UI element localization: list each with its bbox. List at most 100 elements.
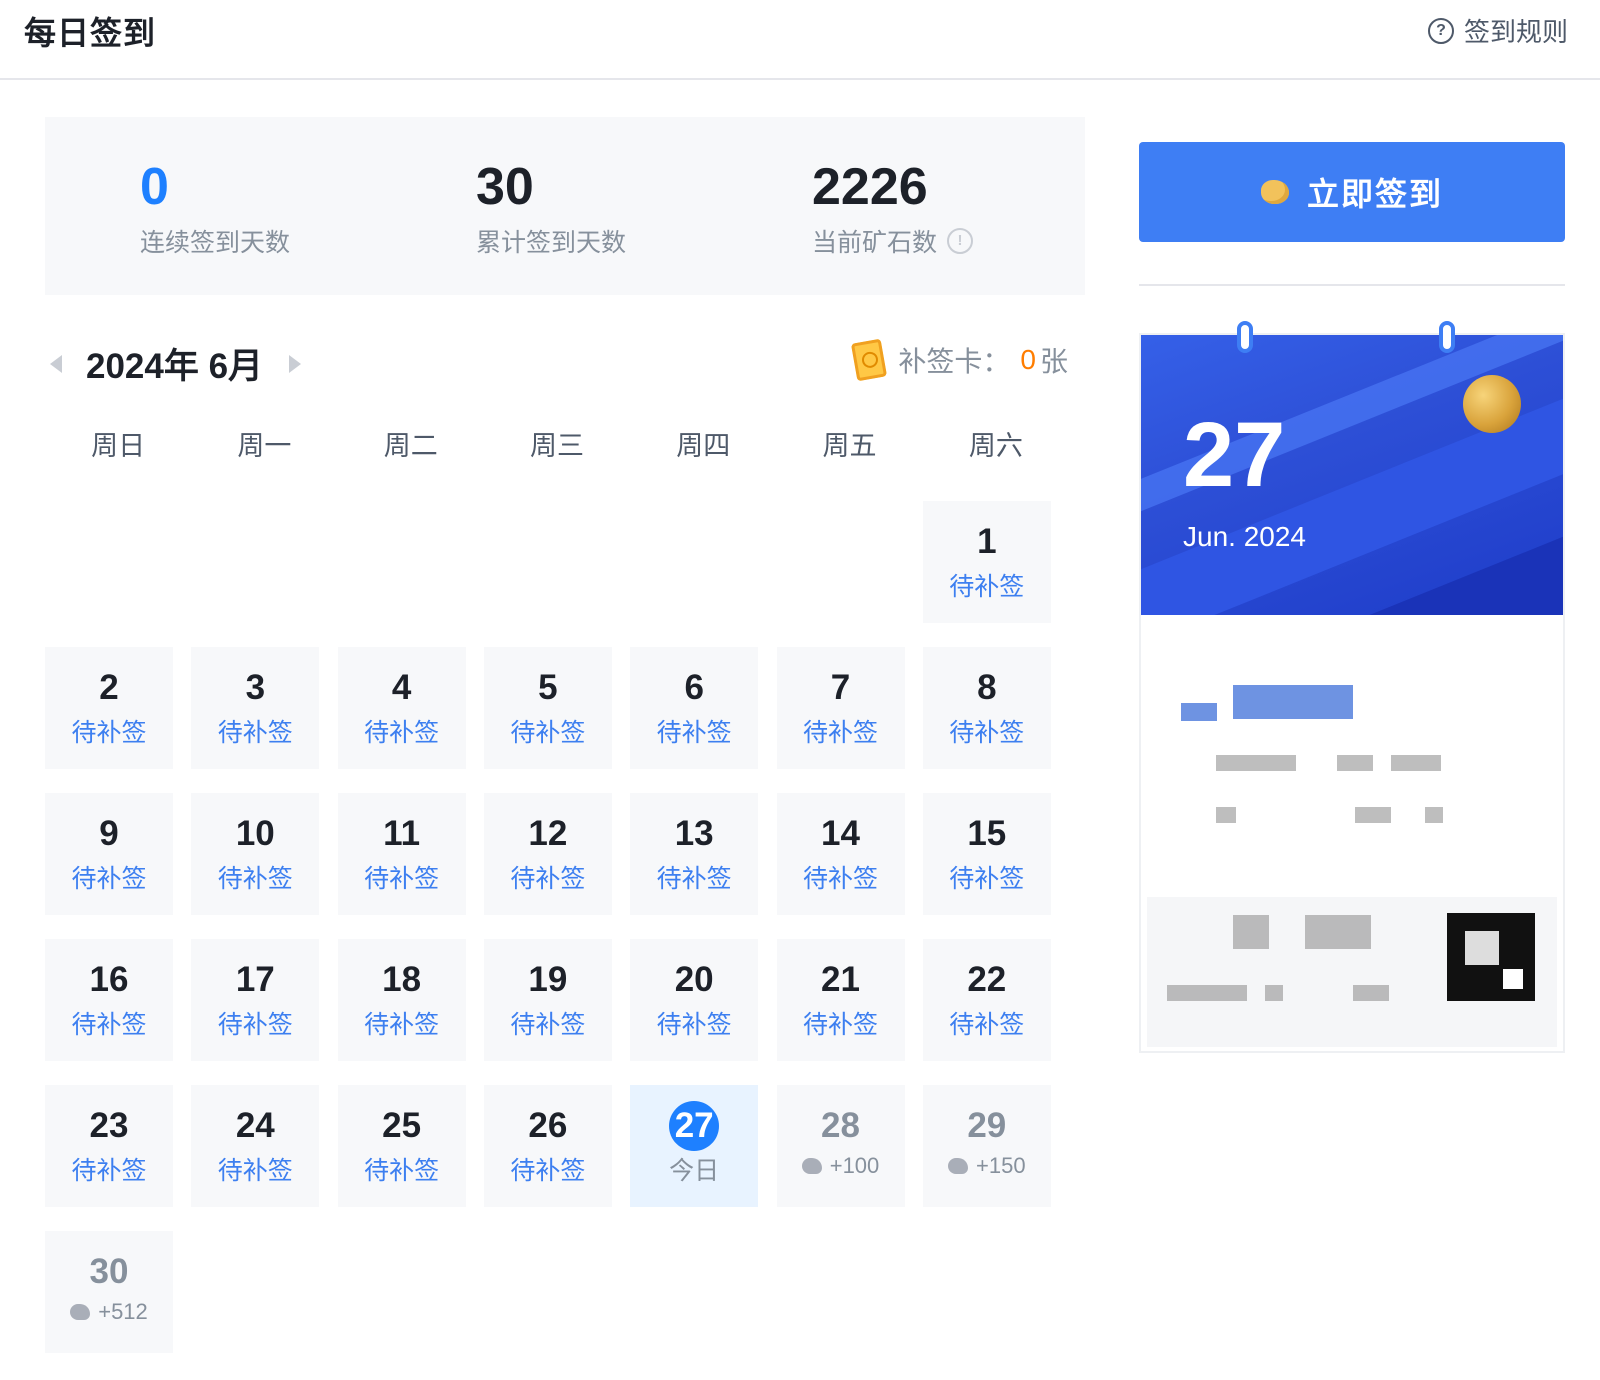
- calendar-day-cell[interactable]: 16 待补签: [45, 939, 173, 1061]
- calendar-day-number: 3: [245, 668, 266, 707]
- calendar-day-cell[interactable]: 6 待补签: [630, 647, 759, 769]
- calendar-day-cell[interactable]: 2 待补签: [45, 647, 173, 769]
- calendar-day-cell[interactable]: 10 待补签: [191, 793, 320, 915]
- calendar-day-cell[interactable]: 28 +100: [776, 1085, 905, 1207]
- calendar-day-cell[interactable]: 3 待补签: [191, 647, 320, 769]
- weekday-fri: 周五: [822, 431, 877, 461]
- calendar-day-number: 13: [674, 814, 714, 853]
- blurred-block: [1425, 807, 1443, 823]
- calendar-day-number: 27: [630, 1101, 758, 1151]
- calendar-day-status: 待补签: [364, 1011, 440, 1039]
- weekday-tue: 周二: [383, 431, 438, 461]
- blurred-block: [1355, 807, 1391, 823]
- calendar-day-number: 1: [977, 522, 997, 561]
- reward-amount: +512: [98, 1299, 148, 1324]
- calendar-day-cell[interactable]: 25 待补签: [337, 1085, 466, 1207]
- calendar-day-status: 待补签: [949, 719, 1025, 747]
- calendar-day-cell[interactable]: 14 待补签: [776, 793, 905, 915]
- calendar-day-cell[interactable]: 17 待补签: [191, 939, 320, 1061]
- calendar-day-cell[interactable]: 29 +150: [922, 1085, 1051, 1207]
- calendar-day-cell[interactable]: 23 待补签: [45, 1085, 173, 1207]
- calendar-day-status: 待补签: [364, 1157, 440, 1185]
- calendar-day-number: 4: [391, 668, 412, 707]
- calendar-day-cell[interactable]: 8 待补签: [922, 647, 1051, 769]
- today-badge: 27: [669, 1101, 720, 1151]
- calendar-day-number: 24: [235, 1106, 275, 1145]
- calendar-day-cell[interactable]: 13 待补签: [630, 793, 759, 915]
- calendar-day-cell[interactable]: 24 待补签: [191, 1085, 320, 1207]
- calendar-day-cell[interactable]: 11 待补签: [337, 793, 466, 915]
- signin-rules-label: 签到规则: [1463, 17, 1568, 47]
- signin-button[interactable]: 立即签到: [1139, 142, 1565, 242]
- calendar-day-number: 9: [99, 814, 119, 853]
- calendar-day-cell[interactable]: 26 待补签: [483, 1085, 612, 1207]
- makeup-card-unit: 张: [1039, 346, 1068, 377]
- calendar-day-status: 待补签: [71, 1011, 147, 1039]
- blurred-block: [1233, 685, 1353, 719]
- calendar-day-number: 29: [967, 1106, 1007, 1145]
- calendar-day-cell[interactable]: 18 待补签: [337, 939, 466, 1061]
- calendar-day-cell[interactable]: 19 待补签: [483, 939, 612, 1061]
- binder-ring-icon: [1439, 321, 1455, 353]
- calendar-day-status: 待补签: [217, 719, 293, 747]
- ore-icon: [801, 1158, 822, 1174]
- calendar-day-cell[interactable]: 22 待补签: [922, 939, 1051, 1061]
- calendar-day-number: 2: [99, 668, 119, 707]
- ore-icon: [948, 1158, 969, 1174]
- weekday-mon: 周一: [237, 431, 292, 461]
- weekday-header: 周日 周一 周二 周三 周四 周五 周六: [45, 424, 1069, 463]
- stat-total-value: 30: [476, 158, 534, 216]
- next-month-icon[interactable]: [289, 354, 302, 373]
- info-icon[interactable]: !: [947, 228, 974, 254]
- ore-coin-icon: [1260, 180, 1289, 204]
- calendar-day-status: 待补签: [802, 865, 878, 893]
- ore-icon: [70, 1304, 91, 1320]
- blurred-block: [1265, 985, 1283, 1001]
- calendar-day-cell[interactable]: 7 待补签: [776, 647, 905, 769]
- calendar-day-status: 待补签: [656, 719, 732, 747]
- blurred-block: [1216, 807, 1236, 823]
- calendar-day-reward: +512: [45, 1299, 173, 1325]
- blurred-block: [1305, 915, 1371, 949]
- blurred-block: [1391, 755, 1441, 771]
- calendar-day-number: 5: [538, 668, 558, 707]
- date-card-hero: 27 Jun. 2024: [1141, 335, 1563, 615]
- calendar-day-status: 待补签: [364, 865, 440, 893]
- calendar-day-cell[interactable]: 30 +512: [45, 1231, 173, 1353]
- calendar-day-cell[interactable]: 4 待补签: [337, 647, 466, 769]
- calendar-day-status: 待补签: [217, 865, 293, 893]
- calendar-day-cell[interactable]: 20 待补签: [630, 939, 759, 1061]
- calendar-day-status: 待补签: [71, 1157, 147, 1185]
- calendar-day-status: 待补签: [656, 1011, 732, 1039]
- calendar-day-number: 12: [528, 814, 568, 853]
- calendar-day-number: 30: [89, 1252, 129, 1291]
- calendar-day-number: 21: [821, 960, 860, 999]
- calendar-day-status: 待补签: [71, 719, 147, 747]
- calendar-day-cell[interactable]: 15 待补签: [922, 793, 1051, 915]
- weekday-wed: 周三: [529, 431, 584, 461]
- date-card-day: 27: [1183, 404, 1286, 506]
- calendar-day-cell[interactable]: 1 待补签: [922, 501, 1051, 623]
- month-navigator: 2024年 6月: [50, 338, 302, 389]
- prev-month-icon[interactable]: [50, 354, 62, 373]
- calendar-day-cell[interactable]: 9 待补签: [45, 793, 173, 915]
- calendar-day-number: 14: [821, 814, 860, 853]
- calendar-day-status: 待补签: [510, 1011, 586, 1039]
- calendar-day-status: 待补签: [510, 719, 586, 747]
- blurred-block: [1353, 985, 1389, 1001]
- month-label: 2024年 6月: [86, 347, 264, 386]
- calendar-day-number: 25: [382, 1106, 422, 1145]
- blurred-block: [1337, 755, 1373, 771]
- signin-rules-link[interactable]: ? 签到规则: [1427, 12, 1568, 49]
- signin-button-label: 立即签到: [1306, 176, 1443, 212]
- calendar-day-cell[interactable]: 5 待补签: [483, 647, 612, 769]
- calendar-day-cell[interactable]: 21 待补签: [776, 939, 905, 1061]
- page-title: 每日签到: [24, 15, 157, 51]
- date-card-month: Jun. 2024: [1183, 521, 1306, 552]
- calendar-day-cell[interactable]: 27 今日: [630, 1085, 759, 1207]
- weekday-sun: 周日: [91, 431, 146, 461]
- makeup-card-label: 补签卡：: [898, 346, 1011, 377]
- calendar-day-cell[interactable]: 12 待补签: [483, 793, 612, 915]
- share-footer: [1147, 897, 1557, 1047]
- question-circle-icon: ?: [1427, 17, 1454, 44]
